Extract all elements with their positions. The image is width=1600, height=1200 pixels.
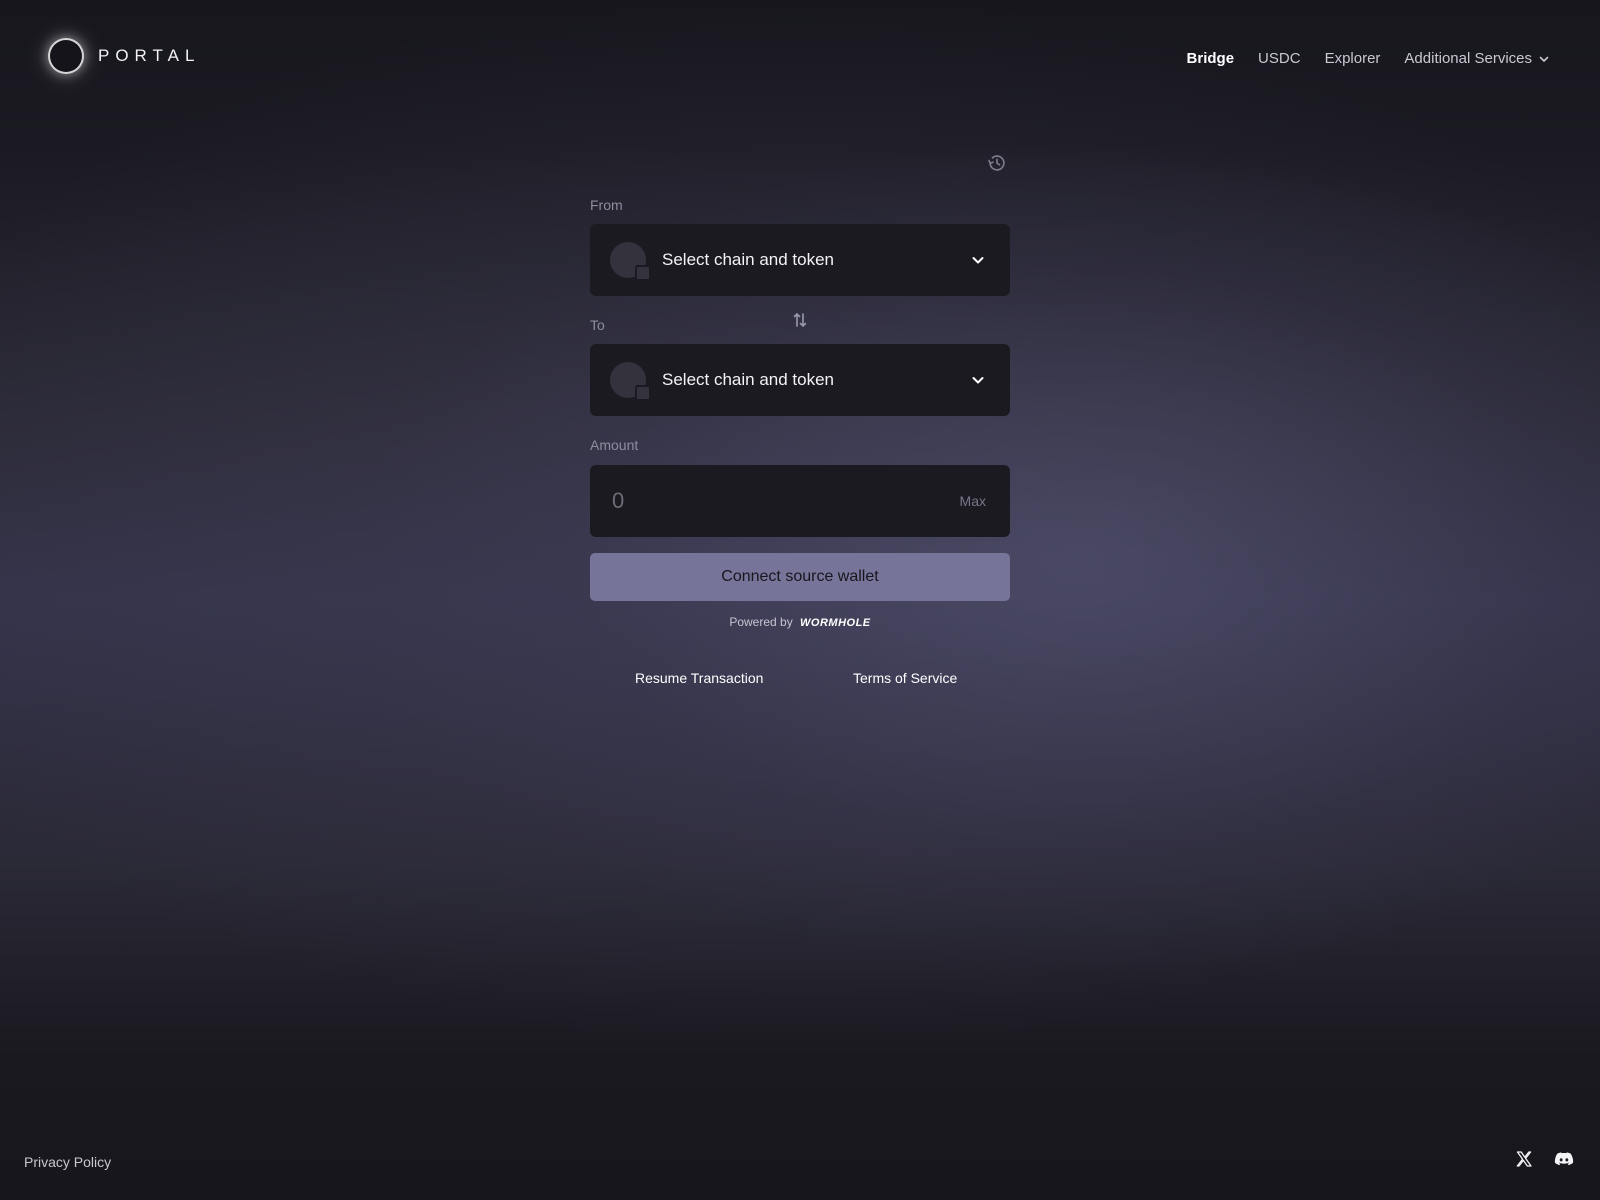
from-selector-text: Select chain and token [662,250,835,269]
x-icon[interactable] [1514,1149,1534,1169]
portal-logo-icon [50,40,82,72]
logo-text: PORTAL [98,46,201,65]
nav-bridge[interactable]: Bridge [1187,50,1235,67]
max-button[interactable]: Max [960,493,986,509]
swap-direction-button[interactable] [790,310,810,330]
powered-by-text: Powered by [729,615,793,629]
swap-vertical-icon [793,313,807,327]
nav-explorer[interactable]: Explorer [1325,50,1381,67]
chevron-down-icon [1539,56,1549,62]
connect-source-wallet-button[interactable]: Connect source wallet [590,553,1010,601]
terms-of-service-link[interactable]: Terms of Service [853,670,957,686]
amount-input[interactable] [610,487,914,515]
amount-field: Max [590,465,1010,537]
to-token-placeholder-icon [610,362,651,401]
nav-usdc[interactable]: USDC [1258,50,1301,67]
chevron-down-icon [972,377,984,384]
portal-logo[interactable]: PORTAL [50,40,200,72]
powered-by: Powered by WORMHOLE [590,615,1010,629]
nav-additional-services[interactable]: Additional Services [1404,50,1550,67]
wormhole-logo[interactable]: WORMHOLE [800,617,871,629]
from-token-placeholder-icon [610,242,651,281]
from-chain-token-selector[interactable]: Select chain and token [590,224,1010,296]
to-selector-text: Select chain and token [662,370,835,389]
resume-transaction-link[interactable]: Resume Transaction [635,670,763,686]
privacy-policy-link[interactable]: Privacy Policy [24,1154,111,1170]
discord-icon[interactable] [1554,1149,1574,1169]
social-links [1514,1149,1574,1169]
to-chain-token-selector[interactable]: Select chain and token [590,344,1010,416]
to-label: To [590,317,605,333]
history-button[interactable] [984,150,1010,176]
amount-label: Amount [590,437,639,453]
chevron-down-icon [972,257,984,264]
from-label: From [590,197,623,213]
history-icon [988,155,1005,171]
nav-additional-services-label: Additional Services [1404,50,1532,67]
top-nav: Bridge USDC Explorer Additional Services [1187,50,1550,67]
